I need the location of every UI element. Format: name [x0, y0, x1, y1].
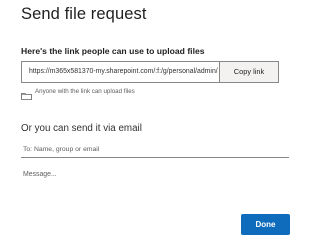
link-url-field[interactable]: https://m365x581370-my.sharepoint.com/:f…: [21, 61, 219, 83]
email-section-heading: Or you can send it via email: [21, 123, 142, 134]
done-button[interactable]: Done: [241, 214, 290, 235]
link-section-heading: Here's the link people can use to upload…: [21, 46, 205, 56]
message-input[interactable]: [21, 167, 289, 207]
link-permission-setting[interactable]: Anyone with the link can upload files: [21, 86, 135, 100]
link-row: https://m365x581370-my.sharepoint.com/:f…: [21, 61, 279, 83]
link-permission-text: Anyone with the link can upload files: [35, 87, 135, 95]
dialog-title: Send file request: [21, 5, 147, 23]
send-file-request-dialog: Send file request Here's the link people…: [0, 0, 300, 246]
recipients-input[interactable]: [21, 142, 289, 158]
copy-link-button[interactable]: Copy link: [219, 61, 279, 83]
folder-share-icon: [21, 87, 32, 100]
